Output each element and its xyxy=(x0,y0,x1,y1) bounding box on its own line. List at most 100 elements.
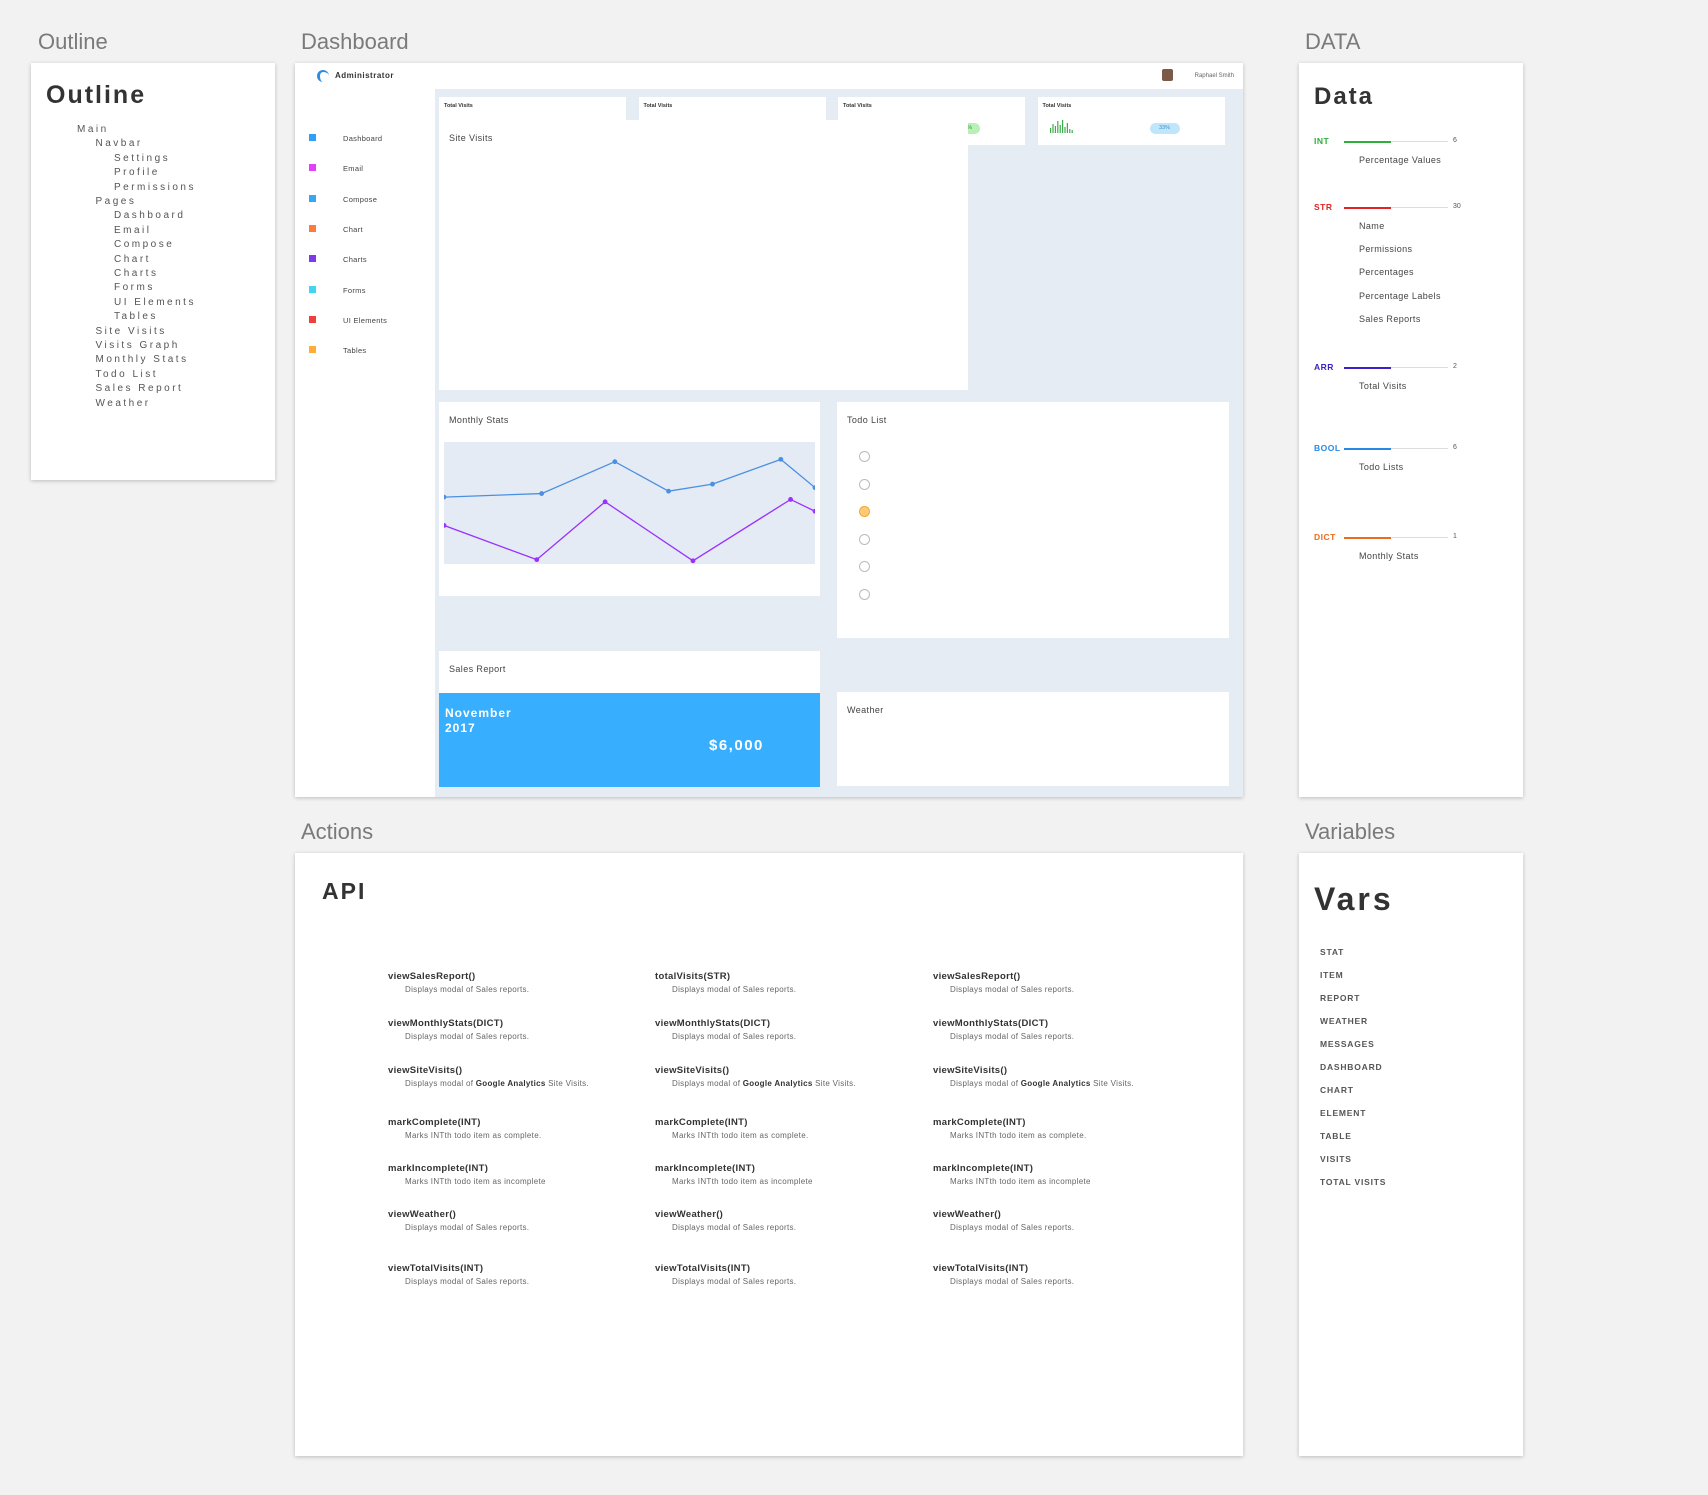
todo-checkbox[interactable] xyxy=(859,533,870,545)
spark-bar xyxy=(1061,120,1063,133)
todo-checkbox[interactable] xyxy=(859,451,870,462)
data-field: Total Visits xyxy=(1359,381,1407,391)
spark-bar xyxy=(1071,130,1073,133)
outline-item: Permissions xyxy=(114,181,196,193)
var-item: VISITS xyxy=(1320,1154,1352,1164)
sidebar-item-forms[interactable]: Forms xyxy=(309,283,429,297)
data-point xyxy=(539,491,545,496)
data-type-label: INT xyxy=(1314,136,1330,146)
api-desc-emphasis: Google Analytics xyxy=(742,1079,813,1088)
api-method-description: Displays modal of Sales reports. xyxy=(950,1223,1075,1232)
api-method-description: Displays modal of Sales reports. xyxy=(405,1223,530,1232)
api-method[interactable]: viewMonthlyStats(DICT) xyxy=(933,1018,1048,1029)
data-point xyxy=(788,497,793,502)
sales-amount: $6,000 xyxy=(709,737,764,754)
sidebar-item-label: Charts xyxy=(343,255,367,265)
sales-banner[interactable]: November 2017 $6,000 xyxy=(439,693,820,787)
outline-item: Monthly Stats xyxy=(95,354,189,366)
sidebar-item-email[interactable]: Email xyxy=(309,161,429,175)
sidebar-item-label: UI Elements xyxy=(343,315,388,325)
weather-card: Weather xyxy=(837,692,1229,786)
api-method[interactable]: totalVisits(STR) xyxy=(655,971,730,982)
sidebar-item-ui-elements[interactable]: UI Elements xyxy=(309,313,429,327)
stat-title: Total Visits xyxy=(843,103,872,109)
api-method-description: Displays modal of Sales reports. xyxy=(950,1032,1075,1041)
api-method[interactable]: markComplete(INT) xyxy=(655,1117,748,1128)
data-field: Name xyxy=(1359,221,1385,231)
outline-item: Visits Graph xyxy=(95,340,180,351)
site-visits-card: Site Visits xyxy=(439,120,968,390)
data-point xyxy=(710,481,715,487)
api-method[interactable]: viewSiteVisits() xyxy=(655,1065,729,1076)
data-type-label: DICT xyxy=(1314,532,1336,542)
api-method[interactable]: viewMonthlyStats(DICT) xyxy=(388,1018,503,1029)
data-type-bar xyxy=(1344,447,1391,450)
sidebar-item-charts[interactable]: Charts xyxy=(309,252,429,266)
api-method[interactable]: viewWeather() xyxy=(655,1209,723,1220)
todo-checkbox[interactable] xyxy=(859,589,870,600)
sidebar-item-chart[interactable]: Chart xyxy=(309,222,429,236)
data-field: Sales Reports xyxy=(1359,313,1421,324)
sidebar-item-tables[interactable]: Tables xyxy=(309,343,429,357)
weather-title: Weather xyxy=(847,705,884,715)
api-method[interactable]: markComplete(INT) xyxy=(388,1117,481,1128)
outline-item: Settings xyxy=(114,152,171,164)
api-method-description: Displays modal of Sales reports. xyxy=(405,1032,530,1041)
spark-bar xyxy=(1051,124,1054,133)
outline-item: Navbar xyxy=(95,138,143,150)
var-item: STAT xyxy=(1320,947,1345,957)
monthly-stats-chart xyxy=(444,442,815,564)
username[interactable]: Raphael Smith xyxy=(1195,73,1234,79)
api-method[interactable]: viewTotalVisits(INT) xyxy=(655,1263,750,1274)
outline-item: Compose xyxy=(114,239,175,251)
outline-title: Outline xyxy=(46,81,147,109)
data-type-count: 2 xyxy=(1453,363,1457,370)
api-method[interactable]: markIncomplete(INT) xyxy=(933,1163,1033,1174)
sidebar-item-label: Tables xyxy=(343,346,367,356)
api-method[interactable]: viewTotalVisits(INT) xyxy=(933,1263,1028,1274)
api-method-description: Displays modal of Sales reports. xyxy=(672,985,797,994)
api-desc-text: Site Visits. xyxy=(545,1079,589,1088)
todo-checkbox[interactable] xyxy=(859,506,870,518)
sidebar-item-label: Forms xyxy=(343,285,366,295)
data-type-label: BOOL xyxy=(1314,443,1341,453)
sidebar-item-dashboard[interactable]: Dashboard xyxy=(309,131,429,145)
api-method[interactable]: viewSalesReport() xyxy=(933,971,1020,982)
api-method-description: Displays modal of Sales reports. xyxy=(405,1277,530,1286)
api-title: API xyxy=(322,878,367,904)
api-desc-emphasis: Google Analytics xyxy=(475,1079,546,1088)
api-desc-emphasis: Google Analytics xyxy=(1020,1079,1091,1088)
data-type-bar xyxy=(1344,536,1391,539)
stat-badge: 33% xyxy=(1149,123,1180,134)
data-field: Monthly Stats xyxy=(1359,551,1419,561)
todo-card: Todo List xyxy=(837,402,1229,638)
api-method[interactable]: viewWeather() xyxy=(933,1209,1001,1220)
brand-title[interactable]: Administrator xyxy=(335,71,394,80)
api-method[interactable]: viewSiteVisits() xyxy=(388,1065,462,1076)
api-method-description: Marks INTth todo item as complete. xyxy=(672,1131,809,1140)
nav-bullet-icon xyxy=(309,164,316,172)
sidebar-item-label: Compose xyxy=(343,194,378,204)
avatar[interactable] xyxy=(1162,69,1173,81)
stat-card[interactable]: Total Visits 33% xyxy=(1037,97,1225,145)
api-method[interactable]: markComplete(INT) xyxy=(933,1117,1026,1128)
data-field: Todo Lists xyxy=(1359,462,1404,472)
todo-checkbox[interactable] xyxy=(859,478,870,490)
monthly-stats-title: Monthly Stats xyxy=(449,415,509,425)
sidebar-item-compose[interactable]: Compose xyxy=(309,192,429,206)
todo-checkbox[interactable] xyxy=(859,561,870,573)
api-method[interactable]: markIncomplete(INT) xyxy=(655,1163,755,1174)
api-desc-text: Displays modal of xyxy=(672,1079,743,1088)
data-point xyxy=(666,488,671,494)
var-item: DASHBOARD xyxy=(1320,1062,1383,1072)
api-method[interactable]: viewWeather() xyxy=(388,1209,456,1220)
api-method[interactable]: viewSalesReport() xyxy=(388,971,475,982)
data-type-bar xyxy=(1344,140,1391,143)
api-method[interactable]: markIncomplete(INT) xyxy=(388,1163,488,1174)
sidebar-item-label: Dashboard xyxy=(343,134,383,143)
api-method[interactable]: viewSiteVisits() xyxy=(933,1065,1007,1076)
data-field: Permissions xyxy=(1359,244,1413,255)
api-method[interactable]: viewTotalVisits(INT) xyxy=(388,1263,483,1274)
api-desc-text: Displays modal of xyxy=(950,1079,1021,1088)
api-method[interactable]: viewMonthlyStats(DICT) xyxy=(655,1018,770,1029)
